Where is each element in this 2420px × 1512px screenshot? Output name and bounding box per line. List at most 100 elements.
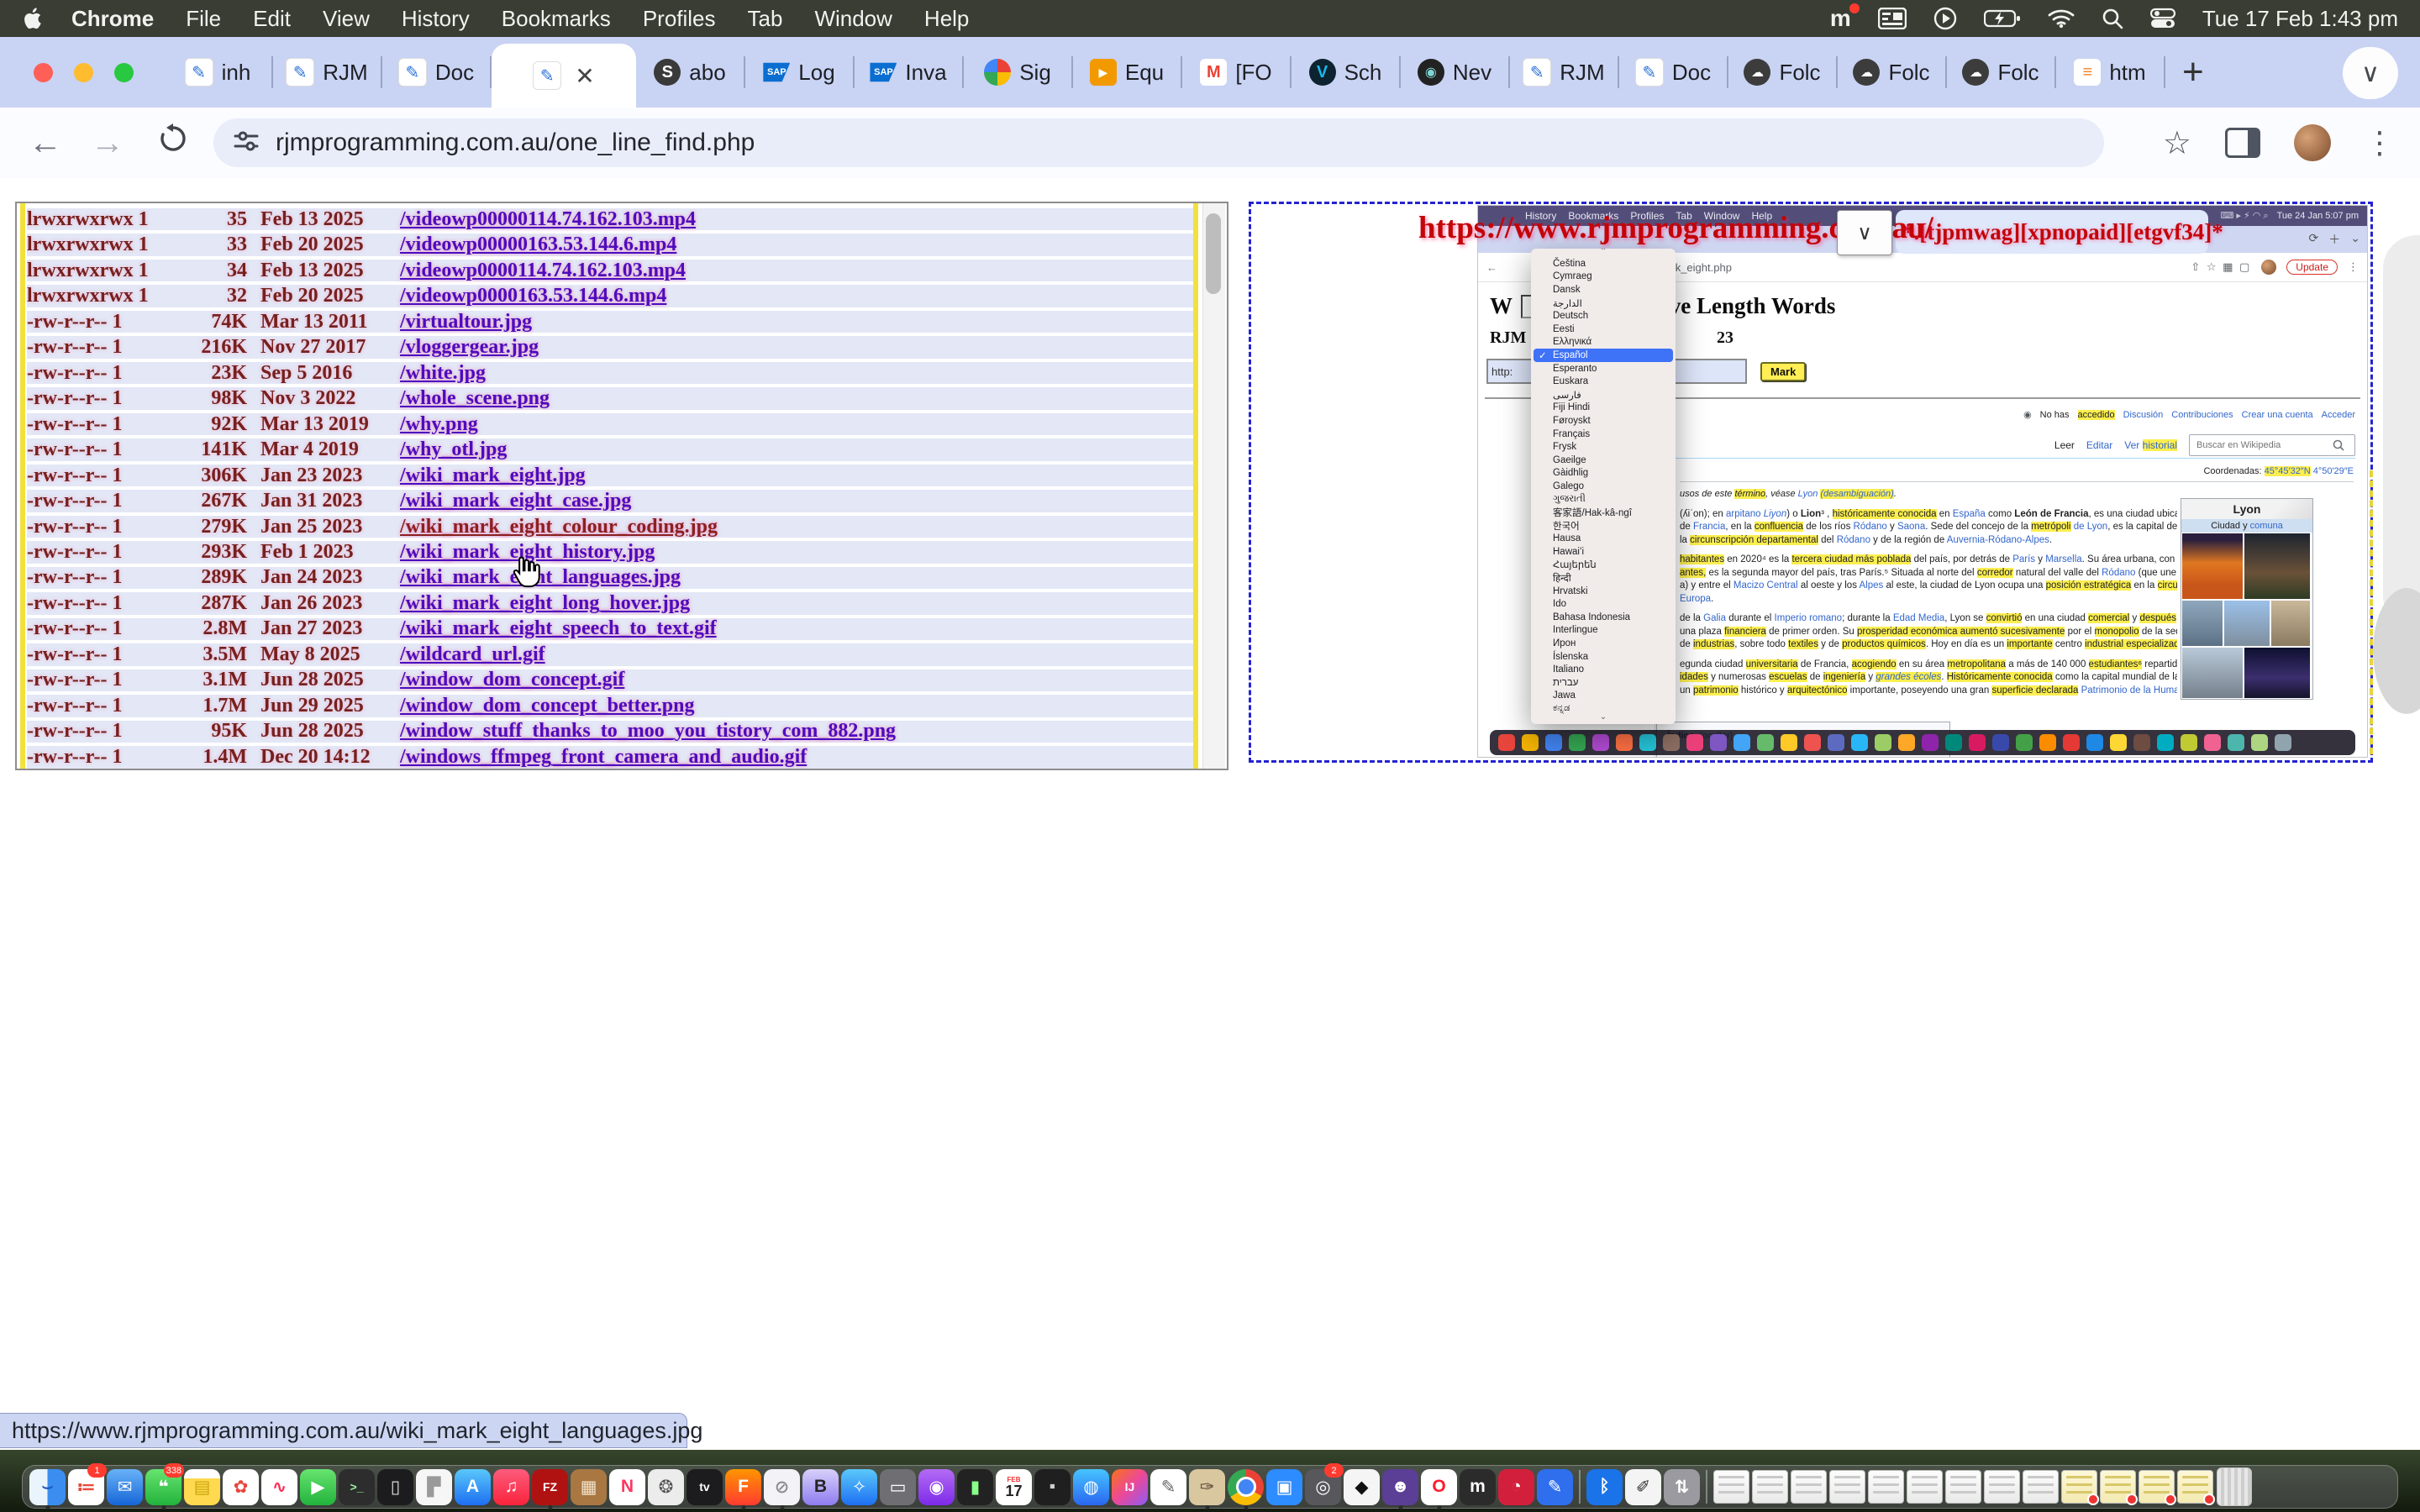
language-option[interactable]: Interlingue xyxy=(1531,624,1676,638)
menu-item-edit[interactable]: Edit xyxy=(237,6,307,31)
utility-terminal-icon[interactable]: ▪ xyxy=(1034,1466,1071,1508)
inkscape-icon[interactable]: ◆ xyxy=(1344,1466,1380,1508)
file-link[interactable]: /whole_scene.png xyxy=(400,387,550,410)
safari-icon[interactable]: ✧ xyxy=(841,1466,877,1508)
zoom-icon[interactable]: ▣ xyxy=(1266,1466,1302,1508)
minimized-document-window[interactable] xyxy=(1752,1466,1788,1508)
tab-Doc[interactable]: ✎Doc xyxy=(1619,37,1727,108)
tab-Log[interactable]: SAPLog xyxy=(745,37,853,108)
language-option[interactable]: हिन्दी xyxy=(1531,571,1676,585)
language-option[interactable]: Hrvatski xyxy=(1531,585,1676,598)
speedtest-icon[interactable]: ◔ xyxy=(1498,1466,1534,1508)
language-option[interactable]: Հայերեն xyxy=(1531,559,1676,572)
language-option[interactable]: Ελληνικά xyxy=(1531,336,1676,349)
file-link[interactable]: /videowp0000163.53.144.6.mp4 xyxy=(400,285,666,307)
minimized-document-window[interactable] xyxy=(1791,1466,1827,1508)
apple-tv-icon[interactable]: tv xyxy=(687,1466,723,1508)
music-icon[interactable]: ♫ xyxy=(493,1466,529,1508)
moo-app-icon[interactable]: m xyxy=(1460,1466,1496,1508)
tab-Doc[interactable]: ✎Doc xyxy=(382,37,490,108)
minimized-document-window[interactable] xyxy=(1713,1466,1749,1508)
site-settings-icon[interactable] xyxy=(232,127,260,160)
minimized-document-window[interactable] xyxy=(1984,1466,2020,1508)
spotlight-search-icon[interactable] xyxy=(2102,8,2123,29)
language-option[interactable]: Hawaiʻi xyxy=(1531,545,1676,559)
terminal-icon[interactable]: >_ xyxy=(339,1466,375,1508)
tab-RJM[interactable]: ✎RJM xyxy=(1510,37,1618,108)
finder-icon[interactable]: ⌣ xyxy=(29,1466,66,1508)
language-option[interactable]: עברית xyxy=(1531,676,1676,690)
pencil-app-icon[interactable]: ✐ xyxy=(1625,1466,1661,1508)
forward-button[interactable]: → xyxy=(91,124,124,162)
language-option[interactable]: Gàidhlig xyxy=(1531,467,1676,480)
language-option[interactable]: Euskara xyxy=(1531,375,1676,388)
language-option[interactable]: الدارجة xyxy=(1531,297,1676,310)
file-link[interactable]: /vloggergear.jpg xyxy=(400,336,539,359)
file-link[interactable]: /window_dom_concept_better.png xyxy=(400,695,694,717)
menu-item-profiles[interactable]: Profiles xyxy=(627,6,732,31)
minimized-webpage-window[interactable] xyxy=(2177,1466,2213,1508)
tab-Equ[interactable]: ▶Equ xyxy=(1073,37,1181,108)
menu-item-view[interactable]: View xyxy=(307,6,386,31)
language-option[interactable]: Gaeilge xyxy=(1531,454,1676,467)
file-link[interactable]: /videowp0000114.74.162.103.mp4 xyxy=(400,260,686,282)
keyboard-switcher-icon[interactable] xyxy=(1878,8,1907,29)
language-option[interactable]: Deutsch xyxy=(1531,309,1676,323)
minimized-webpage-window[interactable] xyxy=(2100,1466,2136,1508)
tab-active[interactable]: ✎✕ xyxy=(492,44,636,108)
opera-icon[interactable]: O xyxy=(1421,1466,1457,1508)
language-option[interactable]: Galego xyxy=(1531,480,1676,493)
minimized-webpage-window[interactable] xyxy=(2139,1466,2175,1508)
minimize-window-button[interactable] xyxy=(74,63,93,82)
tab-Sig[interactable]: Sig xyxy=(964,37,1071,108)
zoom-window-button[interactable] xyxy=(114,63,134,82)
language-option[interactable]: Italiano xyxy=(1531,663,1676,676)
purple-app-icon[interactable]: ☻ xyxy=(1382,1466,1418,1508)
listing-scrollbar[interactable] xyxy=(1202,203,1225,769)
language-option[interactable]: ગુજરાતી xyxy=(1531,493,1676,507)
language-option[interactable]: Dansk xyxy=(1531,283,1676,297)
control-center-icon[interactable] xyxy=(2150,8,2175,29)
preview-doc-icon[interactable]: ▛ xyxy=(416,1466,452,1508)
iphone-mirroring-icon[interactable]: ▯ xyxy=(377,1466,413,1508)
chrome-menu-kebab-icon[interactable]: ⋮ xyxy=(2365,125,2395,160)
language-option[interactable]: Bahasa Indonesia xyxy=(1531,611,1676,624)
apple-menu-icon[interactable] xyxy=(24,7,44,30)
language-option[interactable]: 한국어 xyxy=(1531,519,1676,533)
address-bar[interactable]: rjmprogramming.com.au/one_line_find.php xyxy=(213,118,2104,167)
tab-Folc[interactable]: ☁Folc xyxy=(1838,37,1945,108)
file-link[interactable]: /why.png xyxy=(400,413,478,436)
health-icon[interactable]: ∿ xyxy=(261,1466,297,1508)
messages-icon[interactable]: ❝338 xyxy=(145,1466,182,1508)
file-link[interactable]: /wiki_mark_eight_speech_to_text.gif xyxy=(400,617,717,640)
transfer-app-icon[interactable]: ⇅ xyxy=(1664,1466,1700,1508)
file-link[interactable]: /wiki_mark_eight_case.jpg xyxy=(400,490,631,512)
textedit-icon[interactable]: ✎ xyxy=(1150,1466,1186,1508)
language-option[interactable]: Čeština xyxy=(1531,257,1676,270)
tab-search-button[interactable]: ∨ xyxy=(2343,47,2398,99)
minimized-document-window[interactable] xyxy=(1829,1466,1865,1508)
menu-item-history[interactable]: History xyxy=(386,6,486,31)
menu-item-bookmarks[interactable]: Bookmarks xyxy=(486,6,627,31)
file-link[interactable]: /wiki_mark_eight_colour_coding.jpg xyxy=(400,516,718,538)
photos-icon[interactable]: ✿ xyxy=(223,1466,259,1508)
keychain-icon[interactable]: ❂ xyxy=(648,1466,684,1508)
wifi-icon[interactable] xyxy=(2048,8,2075,29)
language-option[interactable]: Føroyskt xyxy=(1531,414,1676,428)
file-link[interactable]: /virtualtour.jpg xyxy=(400,311,532,333)
language-option[interactable]: Íslenska xyxy=(1531,650,1676,664)
reminders-icon[interactable]: ≔1 xyxy=(68,1466,104,1508)
news-icon[interactable]: N xyxy=(609,1466,645,1508)
dropdown-scroll-down-icon[interactable]: ⌄ xyxy=(1531,714,1676,724)
language-option[interactable]: Esperanto xyxy=(1531,362,1676,375)
minimized-document-window[interactable] xyxy=(1907,1466,1943,1508)
language-option[interactable]: Fiji Hindi xyxy=(1531,402,1676,415)
calendar-icon[interactable]: FEB17 xyxy=(996,1466,1032,1508)
file-link[interactable]: /wiki_mark_eight_long_hover.jpg xyxy=(400,592,690,615)
bookmark-star-icon[interactable]: ☆ xyxy=(2163,124,2191,162)
menu-item-window[interactable]: Window xyxy=(798,6,908,31)
file-link[interactable]: /videowp00000163.53.144.6.mp4 xyxy=(400,234,676,256)
mail-icon[interactable]: ✉ xyxy=(107,1466,143,1508)
language-option[interactable]: Hausa xyxy=(1531,532,1676,545)
tab-Sch[interactable]: VSch xyxy=(1292,37,1399,108)
